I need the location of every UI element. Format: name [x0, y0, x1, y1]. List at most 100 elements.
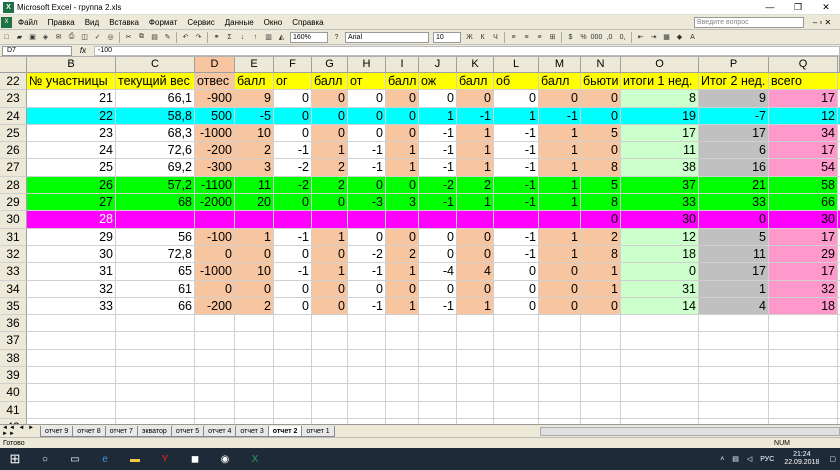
table-cell[interactable]: 0 — [386, 107, 419, 125]
table-cell[interactable] — [769, 349, 838, 368]
table-cell[interactable] — [699, 384, 769, 402]
table-cell[interactable]: 38 — [621, 159, 699, 177]
table-cell[interactable]: 31 — [621, 280, 699, 298]
table-cell[interactable]: 0 — [581, 107, 621, 125]
spell-icon[interactable]: ✓ — [92, 32, 103, 43]
table-cell[interactable]: 57,2 — [116, 176, 195, 195]
table-cell[interactable] — [769, 332, 838, 350]
table-cell[interactable]: 1 — [539, 142, 581, 160]
doc-window-controls[interactable]: – ▫ ✕ — [804, 18, 840, 27]
table-cell[interactable]: 4 — [457, 263, 494, 281]
column-label[interactable]: об — [494, 73, 539, 91]
table-cell[interactable] — [312, 384, 348, 402]
table-cell[interactable] — [312, 401, 348, 419]
table-cell[interactable] — [386, 315, 419, 333]
table-cell[interactable]: 17 — [699, 263, 769, 281]
table-cell[interactable]: 30 — [769, 211, 838, 229]
table-cell[interactable]: -2000 — [195, 194, 235, 212]
table-cell[interactable] — [457, 332, 494, 350]
table-cell[interactable]: 0 — [386, 124, 419, 143]
close-icon[interactable]: ✕ — [812, 2, 840, 13]
fill-color-icon[interactable]: ◆ — [674, 32, 685, 43]
table-cell[interactable]: 0 — [419, 228, 457, 246]
table-cell[interactable] — [494, 401, 539, 419]
table-cell[interactable] — [195, 315, 235, 333]
table-cell[interactable]: 8 — [581, 159, 621, 177]
table-cell[interactable]: 68,3 — [116, 124, 195, 143]
table-cell[interactable]: -7 — [699, 107, 769, 125]
ask-question-input[interactable]: Введите вопрос — [694, 16, 804, 28]
table-cell[interactable]: 0 — [274, 124, 312, 143]
column-label[interactable]: бьюти — [581, 73, 621, 91]
table-cell[interactable] — [348, 211, 386, 229]
table-cell[interactable]: 0 — [274, 90, 312, 108]
table-cell[interactable]: 1 — [312, 263, 348, 281]
column-header-F[interactable]: F — [274, 57, 312, 73]
table-cell[interactable]: 0 — [348, 124, 386, 143]
table-cell[interactable]: 0 — [235, 280, 274, 298]
notifications-icon[interactable]: ▢ — [829, 455, 836, 463]
dec-indent-icon[interactable]: ⇤ — [635, 32, 646, 43]
horizontal-scrollbar[interactable] — [540, 426, 840, 436]
table-cell[interactable] — [116, 349, 195, 368]
table-cell[interactable] — [419, 211, 457, 229]
table-cell[interactable]: 0 — [419, 90, 457, 108]
table-cell[interactable]: -100 — [195, 228, 235, 246]
row-number[interactable]: 30 — [0, 211, 27, 229]
table-cell[interactable] — [621, 315, 699, 333]
table-cell[interactable]: 0 — [419, 280, 457, 298]
table-cell[interactable]: 1 — [457, 194, 494, 212]
table-cell[interactable]: 11 — [621, 142, 699, 160]
table-cell[interactable]: 0 — [621, 263, 699, 281]
table-cell[interactable]: 17 — [769, 142, 838, 160]
row-number[interactable]: 34 — [0, 280, 27, 298]
table-cell[interactable]: 17 — [699, 124, 769, 143]
table-cell[interactable]: -1 — [457, 107, 494, 125]
restore-icon[interactable]: ❐ — [784, 2, 812, 13]
table-cell[interactable]: 500 — [195, 107, 235, 125]
table-cell[interactable] — [116, 384, 195, 402]
table-cell[interactable] — [419, 332, 457, 350]
menu-item[interactable]: Формат — [144, 18, 182, 27]
table-cell[interactable]: 0 — [348, 90, 386, 108]
tab-nav-icons[interactable]: ◄◄ ◄ ► ►► — [0, 425, 40, 437]
table-cell[interactable]: 0 — [312, 124, 348, 143]
cut-icon[interactable]: ✂ — [123, 32, 134, 43]
column-header-H[interactable]: H — [348, 57, 386, 73]
table-cell[interactable]: 31 — [27, 263, 116, 281]
table-cell[interactable]: -3 — [348, 194, 386, 212]
table-cell[interactable]: 5 — [581, 124, 621, 143]
table-cell[interactable]: 30 — [621, 211, 699, 229]
table-cell[interactable] — [769, 384, 838, 402]
column-header-L[interactable]: L — [494, 57, 539, 73]
font-select[interactable]: Arial — [345, 31, 429, 43]
table-cell[interactable]: 17 — [769, 263, 838, 281]
table-cell[interactable]: 28 — [27, 211, 116, 229]
windows-start-icon[interactable]: ⊞ — [4, 451, 26, 467]
column-header-E[interactable]: E — [235, 57, 274, 73]
table-cell[interactable] — [274, 401, 312, 419]
table-cell[interactable]: 37 — [621, 176, 699, 195]
table-cell[interactable] — [274, 332, 312, 350]
table-cell[interactable]: 2 — [312, 176, 348, 195]
table-cell[interactable]: 0 — [494, 263, 539, 281]
row-number[interactable]: 40 — [0, 384, 27, 402]
table-cell[interactable] — [312, 211, 348, 229]
sheet-tab[interactable]: отчет 9 — [40, 425, 74, 437]
table-cell[interactable]: -1 — [494, 159, 539, 177]
table-cell[interactable]: 58,8 — [116, 107, 195, 125]
table-cell[interactable]: 0 — [699, 211, 769, 229]
new-icon[interactable]: □ — [1, 32, 12, 43]
table-cell[interactable]: 0 — [457, 90, 494, 108]
column-label[interactable]: всего — [769, 73, 838, 91]
table-cell[interactable] — [494, 332, 539, 350]
row-number[interactable]: 25 — [0, 124, 27, 143]
table-cell[interactable]: 0 — [348, 107, 386, 125]
table-cell[interactable] — [457, 349, 494, 368]
table-cell[interactable]: -1 — [348, 263, 386, 281]
permission-icon[interactable]: ◈ — [40, 32, 51, 43]
network-icon[interactable]: ▤ — [732, 455, 739, 463]
table-cell[interactable]: 1 — [457, 297, 494, 316]
table-cell[interactable]: 61 — [116, 280, 195, 298]
table-cell[interactable] — [274, 384, 312, 402]
